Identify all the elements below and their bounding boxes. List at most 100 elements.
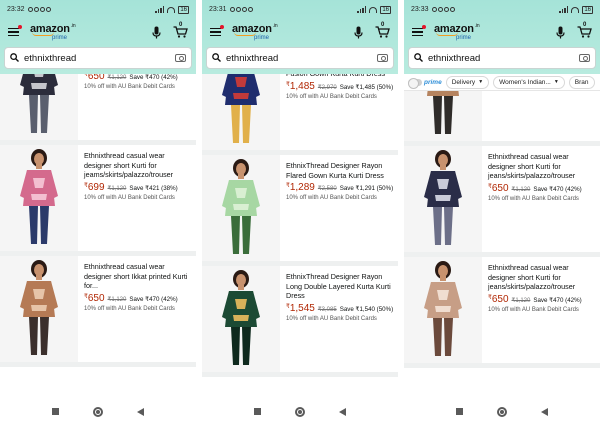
product-card[interactable]: Ethnixthread casual wear designer short …: [404, 146, 600, 257]
product-image[interactable]: [0, 256, 78, 362]
smile-icon: [234, 32, 256, 36]
category-filter[interactable]: Women's Indian... ▼: [493, 75, 565, 89]
results-list[interactable]: Ethnixthread casual wear designer short …: [404, 91, 600, 402]
model-figure-icon: [424, 150, 462, 245]
product-price: ₹699: [84, 181, 105, 193]
bank-offer: 10% off with AU Bank Debit Cards: [488, 195, 579, 202]
recents-icon[interactable]: [254, 408, 261, 415]
results-list[interactable]: EthnixThread Designer Rayon Long Embroid…: [202, 74, 398, 402]
product-mrp: ₹1,120: [511, 186, 531, 193]
mic-icon[interactable]: [152, 26, 161, 39]
product-card[interactable]: EthnixThread Designer Rayon Long Embroid…: [202, 74, 398, 155]
product-image[interactable]: [202, 74, 280, 150]
search-icon: [212, 49, 221, 67]
product-price: ₹650: [488, 182, 509, 194]
brand-filter[interactable]: Bran: [568, 75, 595, 89]
bank-offer: 10% off with AU Bank Debit Cards: [286, 315, 377, 322]
cart-icon[interactable]: 0: [173, 22, 188, 38]
cart-icon[interactable]: 0: [577, 22, 592, 38]
camera-icon[interactable]: [377, 54, 388, 62]
product-title[interactable]: EthnixThread Designer Rayon Long Double …: [286, 272, 395, 301]
product-price: ₹1,545: [286, 302, 315, 314]
status-time: 23:32: [7, 6, 25, 13]
product-savings: Save ₹470 (42%): [533, 296, 582, 304]
menu-icon[interactable]: [210, 24, 224, 37]
cart-icon[interactable]: 0: [375, 22, 390, 38]
model-figure-icon: [424, 261, 462, 356]
prime-filter[interactable]: prime: [408, 77, 442, 89]
back-icon[interactable]: [541, 407, 548, 416]
product-title[interactable]: EthnixThread Designer Rayon Flared Gown …: [286, 161, 395, 180]
delivery-filter[interactable]: Delivery ▼: [445, 75, 490, 89]
results-scroll: Ethnixthread casual wear designer short …: [0, 74, 196, 367]
menu-icon[interactable]: [412, 24, 426, 37]
amazon-prime-logo[interactable]: amazon.in prime: [232, 23, 278, 41]
mic-icon[interactable]: [354, 26, 363, 39]
signal-icon: [155, 6, 165, 13]
back-icon[interactable]: [339, 407, 346, 416]
status-time: 23:31: [209, 6, 227, 13]
product-savings: Save ₹470 (42%): [129, 74, 178, 81]
back-icon[interactable]: [137, 407, 144, 416]
product-image[interactable]: [404, 91, 482, 141]
search-input[interactable]: ethnixthread: [428, 53, 579, 64]
app-header: amazon.in prime 0: [404, 19, 600, 45]
product-image[interactable]: [202, 155, 280, 261]
product-title[interactable]: Ethnixthread casual wear designer short …: [488, 152, 597, 181]
camera-icon[interactable]: [175, 54, 186, 62]
home-icon[interactable]: [93, 406, 103, 417]
product-image[interactable]: [0, 74, 78, 140]
product-card[interactable]: Ethnixthread casual wear designer short …: [404, 257, 600, 368]
product-image[interactable]: [404, 146, 482, 252]
product-image[interactable]: [0, 145, 78, 251]
android-nav-bar: [202, 402, 398, 421]
top-bar: 23:32 16 amazon.in prime 0 ethnixthread: [0, 0, 196, 74]
model-figure-icon: [222, 270, 260, 365]
product-card[interactable]: Ethnixthread casual wear designer short …: [404, 91, 600, 146]
prime-toggle[interactable]: [408, 77, 422, 89]
product-title[interactable]: Ethnixthread casual wear designer short …: [84, 262, 193, 291]
search-bar[interactable]: ethnixthread: [408, 47, 596, 69]
product-image[interactable]: [404, 257, 482, 363]
product-mrp: ₹1,120: [511, 297, 531, 304]
product-card[interactable]: Ethnixthread casual wear designer short …: [0, 145, 196, 256]
recents-icon[interactable]: [456, 408, 463, 415]
search-input[interactable]: ethnixthread: [226, 53, 377, 64]
bank-offer: 10% off with AU Bank Debit Cards: [84, 83, 175, 90]
wifi-icon: [167, 6, 176, 13]
cart-count: 0: [179, 22, 183, 28]
product-mrp: ₹1,120: [107, 296, 127, 303]
notification-dot-icon: [422, 24, 426, 29]
amazon-prime-logo[interactable]: amazon.in prime: [30, 23, 76, 41]
product-title[interactable]: Ethnixthread casual wear designer short …: [488, 263, 597, 292]
model-figure-icon: [222, 159, 260, 254]
menu-icon[interactable]: [8, 24, 22, 37]
amazon-prime-logo[interactable]: amazon.in prime: [434, 23, 480, 41]
search-bar[interactable]: ethnixthread: [4, 47, 192, 69]
product-mrp: ₹1,120: [107, 74, 127, 81]
camera-icon[interactable]: [579, 54, 590, 62]
notification-icons: [431, 7, 455, 12]
product-card[interactable]: EthnixThread Designer Rayon Flared Gown …: [202, 155, 398, 266]
product-card[interactable]: Ethnixthread casual wear designer short …: [0, 74, 196, 145]
home-icon[interactable]: [497, 406, 507, 417]
search-bar[interactable]: ethnixthread: [206, 47, 394, 69]
model-figure-icon: [222, 74, 260, 143]
chevron-down-icon: ▼: [553, 79, 559, 85]
product-card[interactable]: Ethnixthread casual wear designer short …: [0, 256, 196, 367]
product-image[interactable]: [202, 266, 280, 372]
search-input[interactable]: ethnixthread: [24, 53, 175, 64]
product-title[interactable]: EthnixThread Designer Rayon Long Embroid…: [286, 74, 395, 79]
mic-icon[interactable]: [556, 26, 565, 39]
top-bar: 23:33 16 amazon.in prime 0 ethnixthread: [404, 0, 600, 74]
home-icon[interactable]: [295, 406, 305, 417]
chevron-down-icon: ▼: [478, 79, 484, 85]
product-savings: Save ₹470 (42%): [533, 185, 582, 193]
phone-screen: 23:32 16 amazon.in prime 0 ethnixthread …: [0, 0, 196, 421]
cart-count: 0: [381, 22, 385, 28]
product-title[interactable]: Ethnixthread casual wear designer short …: [84, 151, 193, 180]
recents-icon[interactable]: [52, 408, 59, 415]
results-list[interactable]: Ethnixthread casual wear designer short …: [0, 74, 196, 402]
top-bar: 23:31 16 amazon.in prime 0 ethnixthread: [202, 0, 398, 74]
product-card[interactable]: EthnixThread Designer Rayon Long Double …: [202, 266, 398, 377]
